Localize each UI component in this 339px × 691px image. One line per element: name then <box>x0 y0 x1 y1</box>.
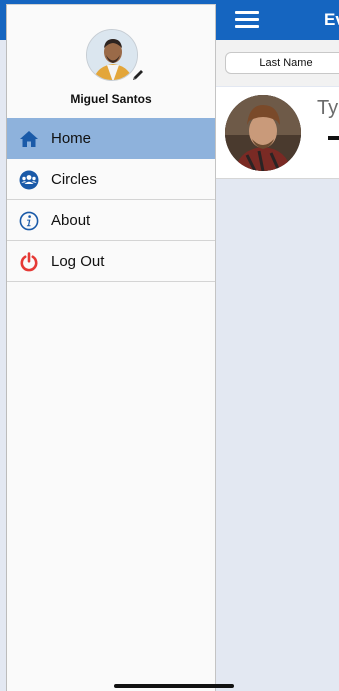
users-icon <box>19 170 39 190</box>
header-title: Ev <box>324 10 339 29</box>
menu-item-label: Home <box>51 130 92 147</box>
menu-item-label: About <box>51 212 91 229</box>
menu-item-log-out[interactable]: Log Out <box>7 241 215 282</box>
person-avatar <box>225 95 301 171</box>
menu-item-home[interactable]: Home <box>7 118 215 159</box>
drawer-menu: Home Circles About Log Out <box>7 118 215 282</box>
sort-last-name-button[interactable]: Last Name <box>225 52 339 74</box>
navigation-drawer: Miguel Santos Home Circles About Log Out <box>6 4 216 691</box>
profile-section: Miguel Santos <box>7 5 215 118</box>
person-card[interactable]: Tyl <box>216 87 339 179</box>
edit-pencil-icon[interactable] <box>131 68 145 82</box>
info-icon <box>19 211 39 231</box>
home-indicator[interactable] <box>114 684 234 688</box>
power-icon <box>19 252 39 272</box>
menu-item-label: Log Out <box>51 253 105 270</box>
menu-item-circles[interactable]: Circles <box>7 159 215 200</box>
menu-icon[interactable] <box>235 11 259 29</box>
profile-name: Miguel Santos <box>70 92 152 106</box>
sort-bar: Last Name <box>216 40 339 86</box>
person-dash <box>328 136 339 140</box>
home-icon <box>19 129 39 149</box>
menu-item-about[interactable]: About <box>7 200 215 241</box>
person-name: Tyl <box>317 97 339 119</box>
menu-item-label: Circles <box>51 171 97 188</box>
